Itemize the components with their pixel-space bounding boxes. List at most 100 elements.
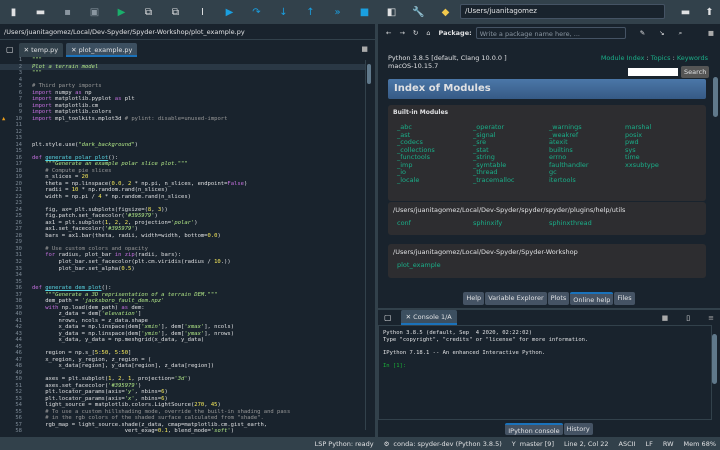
code-text: radii = 10 * np.random.rand(n_slices) <box>32 187 168 194</box>
step-into-icon[interactable]: ↓ <box>270 2 297 22</box>
debug-icon[interactable]: ▶ <box>216 2 243 22</box>
module-link[interactable]: _imp <box>397 161 473 170</box>
help-links: Module Index : Topics : Keywords <box>600 54 708 62</box>
back-icon[interactable]: ← <box>386 29 391 37</box>
module-link[interactable]: faulthandler <box>549 161 625 170</box>
run-cell-advance-icon[interactable]: ⧉ <box>162 2 189 22</box>
tab-console[interactable]: ✕ Console 1/A <box>400 310 457 325</box>
section-title: /Users/juanitagomez/Local/Dev-Spyder/spy… <box>393 206 626 214</box>
ipython-console[interactable]: Python 3.8.5 (default, Sep 4 2020, 02:22… <box>378 325 712 420</box>
module-link[interactable]: sphinxthread <box>549 219 625 228</box>
new-file-icon[interactable]: ▮ <box>0 2 27 22</box>
options-menu-icon[interactable]: ■ <box>361 45 368 53</box>
stop-icon[interactable]: ■ <box>351 2 378 22</box>
stop-kernel-icon[interactable]: ■ <box>662 314 669 322</box>
search-icon[interactable]: ⌕ <box>679 29 683 38</box>
import-icon[interactable]: ✎ <box>640 29 645 37</box>
options-menu-icon[interactable]: ≡ <box>708 314 714 322</box>
home-icon[interactable]: ⌂ <box>426 29 430 37</box>
console-scrollbar[interactable] <box>711 330 718 420</box>
browse-folder-icon[interactable]: ▬ <box>672 2 699 22</box>
section-title: /Users/juanitagomez/Local/Dev-Spyder/Spy… <box>393 248 578 256</box>
code-text: x_region, y_region, z_region = ( <box>32 356 152 363</box>
pane-tabs: Help Variable Explorer Plots Online help Fil… <box>378 292 720 305</box>
module-index-link[interactable]: Module Index <box>601 54 645 62</box>
code-text: bars = ax1.bar(theta, radii, width=width… <box>32 232 221 239</box>
maximize-pane-icon[interactable]: ◧ <box>378 2 405 22</box>
module-link[interactable]: _locale <box>397 176 473 185</box>
index-title: Index of Modules <box>388 79 706 99</box>
run-selection-icon[interactable]: I <box>189 2 216 22</box>
module-link[interactable]: pwd <box>625 138 701 147</box>
code-text: import mpl_toolkits.mplot3d # pylint: di… <box>32 115 228 122</box>
status-item: conda: spyder-dev (Python 3.8.5) <box>393 439 502 448</box>
tab-online-help[interactable]: Online help <box>570 292 614 305</box>
code-text: # Third party imports <box>32 83 102 90</box>
help-scrollbar[interactable] <box>713 42 718 290</box>
code-text: fig, ax= plt.subplots(figsize=(8, 3)) <box>32 206 168 213</box>
browse-tabs-icon[interactable]: ▢ <box>384 313 392 322</box>
run-cell-icon[interactable]: ⧉ <box>135 2 162 22</box>
parent-directory-icon[interactable]: ⬆ <box>696 2 720 22</box>
code-text: ax1.set_facecolor('#395979') <box>32 226 138 233</box>
utils-box: /Users/juanitagomez/Local/Dev-Spyder/spy… <box>388 202 706 235</box>
code-text: plt.locator_params(axis='y', nbins=6) <box>32 389 168 396</box>
status-item: Mem 68% <box>683 439 716 448</box>
console-header: ▢ ✕ Console 1/A ■ ▯ ≡ <box>378 308 720 325</box>
package-label: Package: <box>438 29 472 37</box>
step-icon[interactable]: ↷ <box>243 2 270 22</box>
python-path-icon[interactable]: ◆ <box>432 2 459 22</box>
continue-icon[interactable]: » <box>324 2 351 22</box>
module-link[interactable]: sphinxify <box>473 219 549 228</box>
code-text: """Generate an example polar slice plot.… <box>45 161 188 168</box>
module-link[interactable]: xxsubtype <box>625 161 701 170</box>
conda-icon: ⚙ <box>383 439 390 448</box>
tab-temp[interactable]: ✕ temp.py <box>18 43 64 57</box>
tab-variable-explorer[interactable]: Variable Explorer <box>485 292 547 305</box>
run-icon[interactable]: ▶ <box>108 2 135 22</box>
browse-tabs-icon[interactable]: ▢ <box>6 45 14 54</box>
module-link[interactable]: plot_example <box>397 261 473 270</box>
save-all-icon[interactable]: ▣ <box>81 2 108 22</box>
tab-ipython-console[interactable]: IPython console <box>505 423 563 435</box>
tab-files[interactable]: Files <box>614 292 635 305</box>
step-return-icon[interactable]: ↑ <box>297 2 324 22</box>
code-text: plot_bar.set_alpha(0.5) <box>32 265 135 272</box>
options-menu-icon[interactable]: ■ <box>708 29 714 37</box>
forward-icon[interactable]: → <box>399 29 404 37</box>
tab-help[interactable]: Help <box>463 292 485 305</box>
tab-history[interactable]: History <box>563 423 593 435</box>
editor-scrollbar[interactable] <box>365 60 372 430</box>
python-info: Python 3.8.5 [default, Clang 10.0.0 ] ma… <box>388 54 507 70</box>
code-text: def generate_polar_plot(): <box>32 154 119 161</box>
code-text: plt.locator_params(axis='x', nbins=6) <box>32 395 168 402</box>
workshop-modules-list: plot_example <box>397 261 701 270</box>
console-prompt[interactable]: In [1]: <box>383 363 707 370</box>
code-text: plot_bar.set_facecolor(plt.cm.viridis(ra… <box>32 258 231 265</box>
module-link[interactable]: conf <box>397 219 473 228</box>
save-icon[interactable]: ▪ <box>54 2 81 22</box>
code-text: for radius, plot_bar in zip(radii, bars)… <box>45 252 182 259</box>
open-file-icon[interactable]: ▬ <box>27 2 54 22</box>
editor-tabs: ▢ ✕ temp.py ✕ plot_example.py ■ <box>0 40 376 57</box>
code-text: def generate_dem_plot(): <box>32 285 112 292</box>
tab-plot-example[interactable]: ✕ plot_example.py <box>66 43 138 57</box>
search-field[interactable] <box>628 68 678 76</box>
code-text: Plot a terrain model <box>32 63 99 70</box>
tab-plots[interactable]: Plots <box>547 292 570 305</box>
clear-console-icon[interactable]: ▯ <box>686 314 690 322</box>
git-branch-icon: Y <box>511 439 516 448</box>
package-input[interactable]: Write a package name here, ... <box>475 27 626 39</box>
working-directory-input[interactable]: /Users/juanitagomez <box>460 4 665 19</box>
search-button[interactable]: Search <box>681 66 710 78</box>
keywords-link[interactable]: Keywords <box>677 54 708 62</box>
reload-icon[interactable]: ↻ <box>413 29 418 37</box>
section-title: Built-in Modules <box>393 109 449 116</box>
topics-link[interactable]: Topics <box>651 54 671 62</box>
code-editor[interactable]: 1 """ 2 Plot a terrain model 3 """ 4 5 # Third p… <box>0 57 370 435</box>
module-link[interactable]: itertools <box>549 176 625 185</box>
find-icon[interactable]: ↘ <box>659 29 664 37</box>
wrench-icon[interactable]: 🔧 <box>405 2 432 22</box>
module-link[interactable]: _tracemalloc <box>473 176 549 185</box>
code-text: nrows, ncols = z_data.shape <box>32 317 148 324</box>
